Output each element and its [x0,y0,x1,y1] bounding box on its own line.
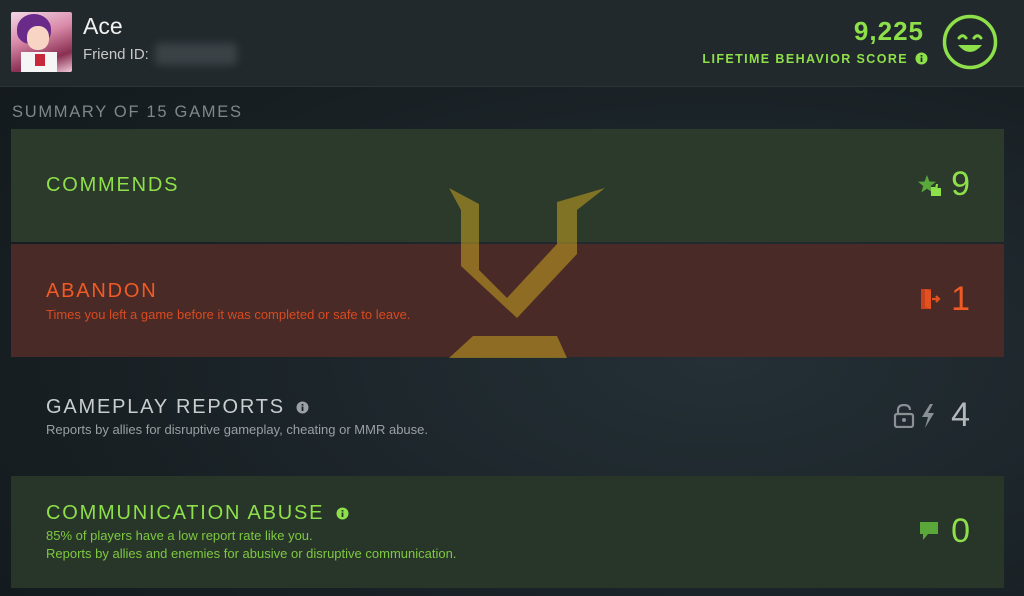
gameplay-reports-row: GAMEPLAY REPORTS Reports by allies for d… [11,360,1004,473]
profile-header: Ace Friend ID: 9,225 LIFETIME BEHAVIOR S… [0,0,1024,87]
communication-abuse-description: Reports by allies and enemies for abusiv… [46,546,457,561]
behavior-score-label: LIFETIME BEHAVIOR SCORE [702,52,908,66]
gameplay-reports-description: Reports by allies for disruptive gamepla… [46,422,428,437]
chat-bubble-icon [920,522,938,540]
friend-id-label: Friend ID: [83,46,149,63]
emblem-logo [449,188,605,358]
abandon-count: 1 [951,280,970,318]
commends-count: 9 [951,165,970,203]
gameplay-reports-title: GAMEPLAY REPORTS [46,396,309,419]
communication-abuse-rate: 85% of players have a low report rate li… [46,528,313,543]
gameplay-reports-count: 4 [951,396,970,434]
smiley-face-icon [942,14,998,70]
friend-id-redacted [155,43,237,65]
info-icon[interactable] [296,401,309,414]
lightning-icon [922,404,934,428]
avatar[interactable] [11,12,72,72]
summary-title: SUMMARY OF 15 GAMES [12,103,243,121]
info-icon[interactable] [915,52,928,65]
player-name: Ace [83,13,123,39]
abandon-description: Times you left a game before it was comp… [46,307,411,322]
abandon-title: ABANDON [46,280,158,302]
behavior-score-value: 9,225 [853,16,924,46]
star-thumb-icon [918,175,941,196]
communication-abuse-count: 0 [951,512,970,550]
gameplay-reports-label: GAMEPLAY REPORTS [46,396,285,418]
info-icon[interactable] [336,507,349,520]
lock-icon [893,404,915,428]
communication-abuse-row: COMMUNICATION ABUSE 85% of players have … [11,476,1004,588]
communication-abuse-label: COMMUNICATION ABUSE [46,502,325,524]
communication-abuse-title: COMMUNICATION ABUSE [46,502,349,525]
exit-door-icon [921,289,941,309]
commends-title: COMMENDS [46,174,180,196]
